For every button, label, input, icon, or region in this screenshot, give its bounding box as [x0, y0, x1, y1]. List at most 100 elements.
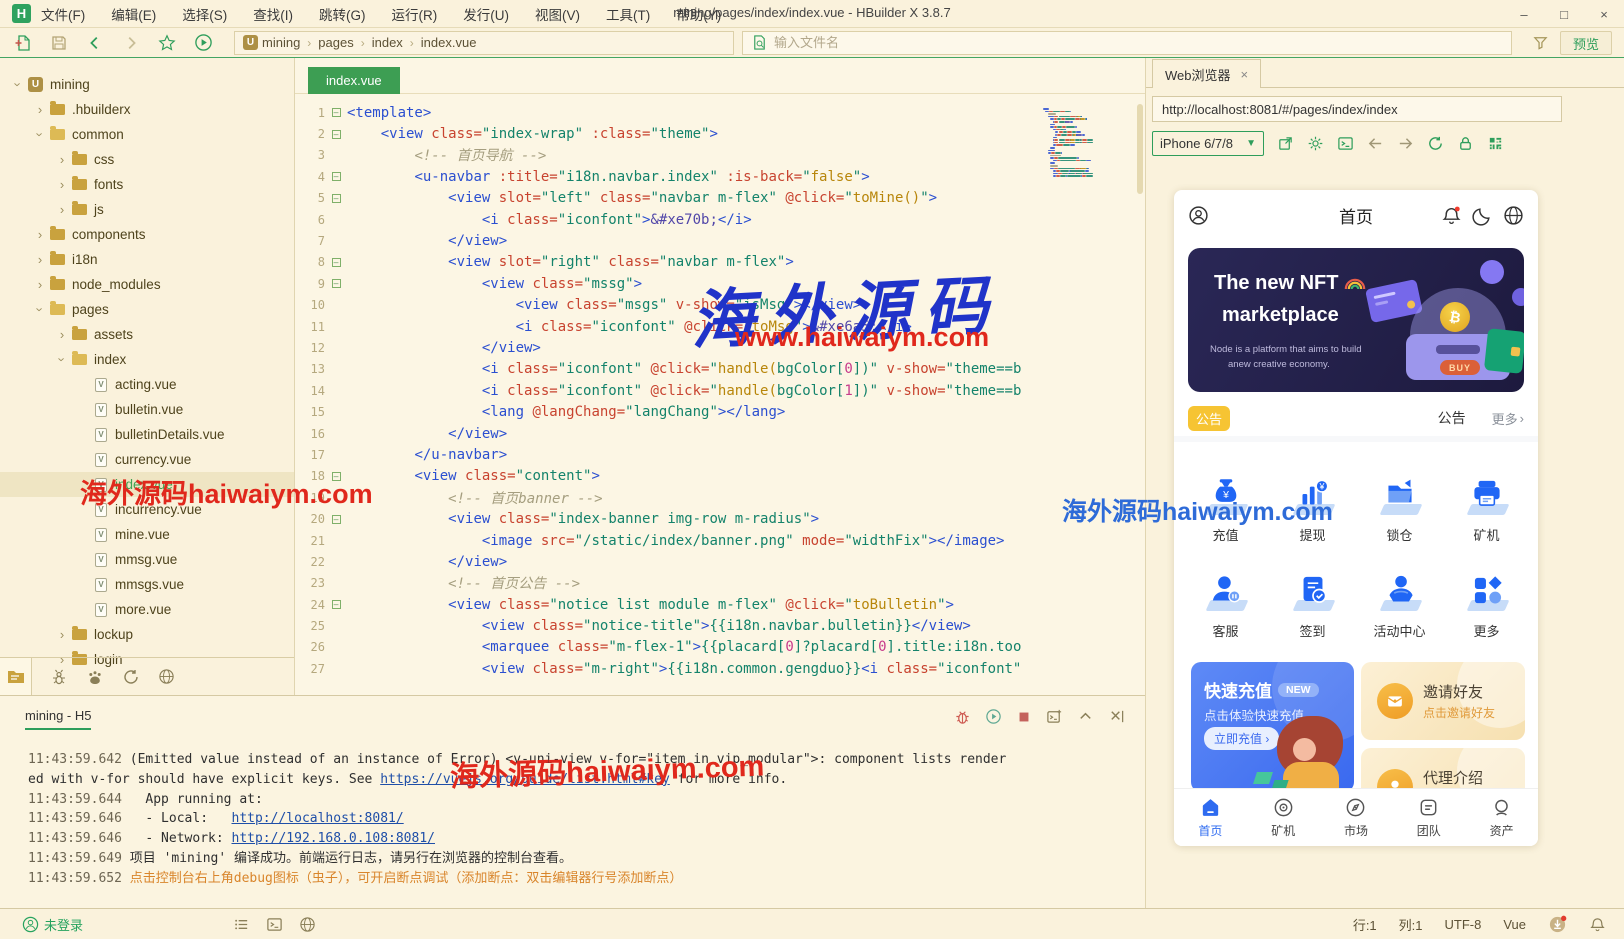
nav-back-icon[interactable]: [1367, 135, 1384, 152]
tree-file-bulletinDetails.vue[interactable]: VbulletinDetails.vue: [0, 422, 294, 447]
feature-活动中心[interactable]: 活动中心: [1356, 556, 1443, 652]
feature-提现[interactable]: ¥提现: [1269, 460, 1356, 556]
line-number[interactable]: 8: [295, 255, 325, 269]
code-line-9[interactable]: 9– <view class="mssg">: [295, 273, 1145, 294]
file-search-box[interactable]: [742, 31, 1512, 55]
login-status[interactable]: 未登录: [22, 915, 83, 934]
profile-icon[interactable]: [1188, 205, 1209, 226]
minimize-button[interactable]: –: [1504, 0, 1544, 28]
tree-folder-i18n[interactable]: ›i18n: [0, 247, 294, 272]
notice-more-link[interactable]: 更多›: [1492, 409, 1524, 428]
tree-file-index.vue[interactable]: Vindex.vue: [0, 472, 294, 497]
update-download-icon[interactable]: [1548, 915, 1567, 934]
menu-item-5[interactable]: 运行(R): [392, 4, 438, 24]
breadcrumb-item-index.vue[interactable]: index.vue: [421, 35, 477, 50]
file-search-input[interactable]: [774, 35, 1503, 50]
chevron-expanded-icon[interactable]: ›: [55, 352, 70, 368]
tree-folder-js[interactable]: ›js: [0, 197, 294, 222]
web-globe-icon[interactable]: [158, 668, 175, 685]
language-mode[interactable]: Vue: [1503, 917, 1526, 932]
menu-item-1[interactable]: 编辑(E): [111, 4, 156, 24]
code-line-20[interactable]: 20– <view class="index-banner img-row m-…: [295, 508, 1145, 529]
fold-marker-icon[interactable]: –: [325, 172, 347, 181]
tree-folder-.hbuilderx[interactable]: ›.hbuilderx: [0, 97, 294, 122]
app-tab-首页[interactable]: 首页: [1174, 789, 1247, 846]
console-link[interactable]: https://vuejs.org/guide/list.html#key: [380, 772, 670, 787]
console-link[interactable]: http://192.168.0.108:8081/: [232, 831, 436, 846]
fold-marker-icon[interactable]: –: [325, 279, 347, 288]
menu-item-0[interactable]: 文件(F): [41, 4, 85, 24]
fold-marker-icon[interactable]: –: [325, 258, 347, 267]
editor-tab-indexvue[interactable]: index.vue: [308, 67, 400, 94]
line-number[interactable]: 13: [295, 362, 325, 376]
code-editor[interactable]: index.vue 1–<template>2– <view class="in…: [295, 58, 1145, 695]
breadcrumb-item-index[interactable]: index: [372, 35, 403, 50]
code-line-13[interactable]: 13 <i class="iconfont" @click="handle(bg…: [295, 359, 1145, 380]
line-number[interactable]: 24: [295, 598, 325, 612]
qrcode-icon[interactable]: [1487, 135, 1504, 152]
chevron-expanded-icon[interactable]: ›: [33, 127, 48, 143]
tree-folder-components[interactable]: ›components: [0, 222, 294, 247]
code-line-1[interactable]: 1–<template>: [295, 102, 1145, 123]
tree-file-mmsg.vue[interactable]: Vmmsg.vue: [0, 547, 294, 572]
breadcrumb-item-pages[interactable]: pages: [318, 35, 353, 50]
feature-签到[interactable]: 签到: [1269, 556, 1356, 652]
code-line-17[interactable]: 17 </u-navbar>: [295, 444, 1145, 465]
browser-tab[interactable]: Web浏览器 ×: [1152, 59, 1261, 88]
chevron-collapsed-icon[interactable]: ›: [54, 327, 70, 342]
line-number[interactable]: 5: [295, 191, 325, 205]
line-number[interactable]: 23: [295, 576, 325, 590]
run-circle-icon[interactable]: [985, 708, 1002, 725]
chevron-collapsed-icon[interactable]: ›: [54, 152, 70, 167]
filter-funnel-icon[interactable]: [1528, 31, 1554, 55]
close-panel-icon[interactable]: [1108, 708, 1125, 725]
code-line-23[interactable]: 23 <!-- 首页公告 -->: [295, 573, 1145, 594]
feature-锁仓[interactable]: 锁仓: [1356, 460, 1443, 556]
tree-folder-fonts[interactable]: ›fonts: [0, 172, 294, 197]
back-button[interactable]: [82, 31, 108, 55]
gear-icon[interactable]: [1307, 135, 1324, 152]
line-number[interactable]: 22: [295, 555, 325, 569]
code-line-26[interactable]: 26 <marquee class="m-flex-1">{{placard[0…: [295, 637, 1145, 658]
cursor-col[interactable]: 列:1: [1399, 915, 1423, 934]
paw-emulator-icon[interactable]: [86, 668, 104, 686]
line-number[interactable]: 26: [295, 640, 325, 654]
breadcrumb-item-mining[interactable]: mining: [262, 35, 300, 50]
tree-folder-css[interactable]: ›css: [0, 147, 294, 172]
code-line-2[interactable]: 2– <view class="index-wrap" :class="them…: [295, 123, 1145, 144]
app-tab-资产[interactable]: 资产: [1465, 789, 1538, 846]
line-number[interactable]: 7: [295, 234, 325, 248]
line-number[interactable]: 1: [295, 106, 325, 120]
terminal-icon[interactable]: [1046, 708, 1063, 725]
code-line-22[interactable]: 22 </view>: [295, 551, 1145, 572]
chevron-collapsed-icon[interactable]: ›: [54, 627, 70, 642]
browser-url-field[interactable]: http://localhost:8081/#/pages/index/inde…: [1152, 96, 1562, 122]
favorite-star-button[interactable]: [154, 31, 180, 55]
app-tab-团队[interactable]: 团队: [1392, 789, 1465, 846]
language-globe-icon[interactable]: [1503, 205, 1524, 226]
feature-充值[interactable]: ¥充值: [1182, 460, 1269, 556]
menu-item-8[interactable]: 工具(T): [606, 4, 650, 24]
tree-file-bulletin.vue[interactable]: Vbulletin.vue: [0, 397, 294, 422]
fold-marker-icon[interactable]: –: [325, 108, 347, 117]
chevron-collapsed-icon[interactable]: ›: [32, 102, 48, 117]
forward-button[interactable]: [118, 31, 144, 55]
stop-icon[interactable]: [1016, 709, 1032, 725]
tree-folder-lockup[interactable]: ›lockup: [0, 622, 294, 647]
feature-客服[interactable]: 客服: [1182, 556, 1269, 652]
devtools-terminal-icon[interactable]: [1337, 135, 1354, 152]
feature-矿机[interactable]: 矿机: [1443, 460, 1530, 556]
feature-更多[interactable]: 更多: [1443, 556, 1530, 652]
breadcrumb[interactable]: U mining›pages›index›index.vue: [234, 31, 734, 55]
chevron-collapsed-icon[interactable]: ›: [32, 227, 48, 242]
invite-friends-card[interactable]: 邀请好友 点击邀请好友: [1361, 662, 1525, 740]
notification-bell-icon[interactable]: [1589, 916, 1606, 933]
fold-marker-icon[interactable]: –: [325, 194, 347, 203]
app-tab-矿机[interactable]: 矿机: [1247, 789, 1320, 846]
new-file-button[interactable]: [10, 31, 36, 55]
line-number[interactable]: 18: [295, 469, 325, 483]
code-line-19[interactable]: 19 <!-- 首页banner -->: [295, 487, 1145, 508]
fold-marker-icon[interactable]: –: [325, 600, 347, 609]
line-number[interactable]: 19: [295, 491, 325, 505]
terminal-status-icon[interactable]: [266, 916, 283, 933]
